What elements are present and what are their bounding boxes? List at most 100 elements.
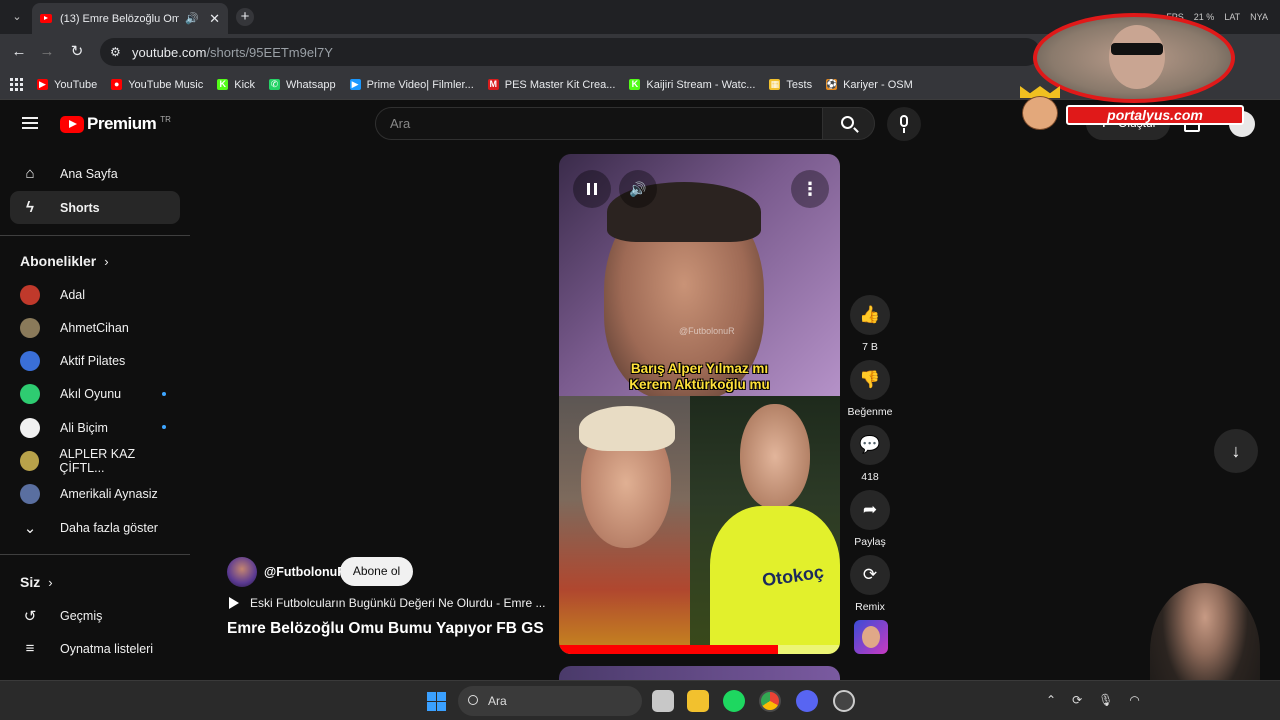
remix-icon[interactable]: ⟳ — [850, 555, 890, 595]
subscription-label: Akıl Oyunu — [60, 387, 122, 402]
video-title[interactable]: Emre Belözoğlu Omu Bumu Yapıyor FB GS — [227, 620, 544, 638]
sidebar-item-shorts[interactable]: ϟ Shorts — [10, 191, 180, 224]
new-tab-button[interactable]: + — [236, 8, 254, 26]
file-explorer-icon[interactable] — [687, 690, 709, 712]
subscription-item[interactable]: Akıl Oyunu — [10, 378, 180, 411]
microphone-icon[interactable]: 🎙 — [1098, 693, 1113, 707]
sync-icon[interactable]: ⟳ — [1072, 693, 1082, 707]
layout-indicator: NYA — [1250, 12, 1268, 22]
reload-icon[interactable]: ↻ — [68, 43, 86, 61]
play-icon — [229, 597, 239, 609]
pause-button[interactable] — [573, 170, 611, 208]
search-input[interactable]: Ara — [375, 107, 823, 140]
volume-button[interactable]: 🔊 — [619, 170, 657, 208]
next-short-preview[interactable] — [559, 666, 840, 680]
menu-icon[interactable] — [22, 117, 38, 129]
bookmark-item[interactable]: ✆ Whatsapp — [269, 79, 336, 91]
bookmark-item[interactable]: ▦ Tests — [769, 79, 812, 91]
bookmark-item[interactable]: ● YouTube Music — [111, 79, 203, 91]
tab-audio-icon[interactable]: 🔊 — [185, 12, 199, 25]
mic-icon — [900, 115, 908, 127]
system-tray: ⌃ ⟳ 🎙 ◠ — [1046, 693, 1140, 707]
video-progress-bar[interactable] — [559, 645, 840, 654]
audio-thumbnail[interactable] — [854, 620, 888, 654]
youtube-logo[interactable]: Premium TR — [60, 114, 171, 134]
more-options-button[interactable]: ⋮ — [791, 170, 829, 208]
site-info-icon[interactable]: ⚙ — [110, 45, 124, 59]
channel-avatar — [20, 417, 40, 438]
bookmark-item[interactable]: ▶ YouTube — [37, 79, 97, 91]
subscription-label: Aktif Pilates — [60, 354, 126, 369]
search-button[interactable] — [822, 107, 875, 140]
discord-icon[interactable] — [796, 690, 818, 712]
shorts-video-player[interactable]: @FutbolonuR Barış Alper Yılmaz mı Kerem … — [559, 154, 840, 654]
subscription-item[interactable]: Amerikali Aynasiz — [10, 478, 180, 511]
new-content-dot — [162, 391, 166, 396]
share-action[interactable]: ➦ Paylaş — [850, 490, 890, 548]
windows-start-icon[interactable] — [427, 692, 446, 711]
you-heading[interactable]: Siz › — [20, 574, 53, 590]
bookmark-icon: ✆ — [269, 79, 281, 90]
webcam-sunglasses — [1111, 43, 1163, 55]
bookmark-item[interactable]: ▶ Prime Video| Filmler... — [349, 79, 474, 91]
tab-close-icon[interactable]: ✕ — [209, 11, 220, 27]
bookmark-icon: K — [629, 79, 641, 90]
playlist-link-label: Eski Futbolcuların Bugünkü Değeri Ne Olu… — [250, 596, 546, 610]
dislike-action[interactable]: 👎 Beğenme — [848, 360, 892, 418]
thumbs-down-icon[interactable]: 👎 — [850, 360, 890, 400]
show-more-button[interactable]: ⌄ Daha fazla göster — [10, 511, 180, 544]
bookmark-label: YouTube — [54, 78, 98, 91]
channel-avatar — [20, 317, 40, 338]
subscription-label: ALPLER KAZ ÇİFTL... — [59, 447, 136, 475]
channel-name[interactable]: @FutbolonuR — [264, 565, 346, 579]
bookmark-item[interactable]: K Kaijiri Stream - Watc... — [629, 79, 755, 91]
caption-line: Barış Alper Yılmaz mı — [630, 361, 769, 376]
youtube-play-icon — [60, 115, 84, 133]
browser-tab[interactable]: (13) Emre Belözoğlu Omu B 🔊 ✕ — [32, 3, 228, 34]
bookmark-item[interactable]: M PES Master Kit Crea... — [487, 79, 615, 91]
tab-search-icon[interactable]: ⌄ — [9, 9, 25, 25]
taskbar-search-label: Ara — [488, 694, 507, 708]
remix-action[interactable]: ⟳ Remix — [850, 555, 890, 613]
like-action[interactable]: 👍 7 B — [850, 295, 890, 353]
voice-search-button[interactable] — [887, 107, 921, 141]
pause-icon — [587, 183, 597, 195]
subscriptions-title: Abonelikler — [20, 253, 97, 269]
sidebar-item-label: Ana Sayfa — [60, 166, 118, 181]
thumbs-up-icon[interactable]: 👍 — [850, 295, 890, 335]
sidebar-item-home[interactable]: ⌂ Ana Sayfa — [10, 157, 180, 190]
subscriptions-heading[interactable]: Abonelikler › — [20, 253, 109, 269]
back-icon[interactable]: ← — [10, 43, 28, 61]
task-view-icon[interactable] — [652, 690, 674, 712]
address-bar[interactable]: ⚙ youtube.com/shorts/95EETm9el7Y — [100, 38, 1130, 66]
forward-icon[interactable]: → — [38, 43, 56, 61]
bookmark-label: Whatsapp — [286, 78, 336, 91]
bookmark-item[interactable]: ⚽ Kariyer - OSM — [826, 79, 913, 91]
next-video-button[interactable]: ↓ — [1214, 429, 1258, 473]
brand-banner: portalyus.com — [1066, 105, 1244, 125]
like-count: 7 B — [862, 341, 878, 353]
comments-action[interactable]: 💬 418 — [850, 425, 890, 483]
wifi-icon[interactable]: ◠ — [1129, 693, 1139, 707]
apps-grid-icon[interactable] — [10, 78, 23, 91]
volume-icon: 🔊 — [629, 180, 647, 197]
spotify-icon[interactable] — [723, 690, 745, 712]
chevron-up-icon[interactable]: ⌃ — [1046, 693, 1056, 707]
subscription-item[interactable]: Aktif Pilates — [10, 345, 180, 378]
comment-icon[interactable]: 💬 — [850, 425, 890, 465]
playlist-link[interactable]: Eski Futbolcuların Bugünkü Değeri Ne Olu… — [229, 596, 545, 610]
subscription-item[interactable]: Adal — [10, 278, 180, 311]
subscription-item[interactable]: AhmetCihan — [10, 311, 180, 344]
subscription-item[interactable]: ALPLER KAZ ÇİFTL... — [10, 445, 180, 478]
sidebar-item-playlists[interactable]: ≡ Oynatma listeleri — [10, 632, 180, 665]
subscribe-button[interactable]: Abone ol — [340, 557, 413, 586]
taskbar-search[interactable]: Ara — [458, 686, 642, 716]
sidebar-item-history[interactable]: ↺ Geçmiş — [10, 599, 180, 632]
chrome-icon[interactable] — [759, 690, 781, 712]
share-icon[interactable]: ➦ — [850, 490, 890, 530]
sidebar-divider — [0, 235, 190, 236]
steam-icon[interactable] — [833, 690, 855, 712]
bookmark-item[interactable]: K Kick — [217, 79, 255, 91]
channel-avatar[interactable] — [227, 557, 257, 587]
subscription-item[interactable]: Ali Biçim — [10, 411, 180, 444]
